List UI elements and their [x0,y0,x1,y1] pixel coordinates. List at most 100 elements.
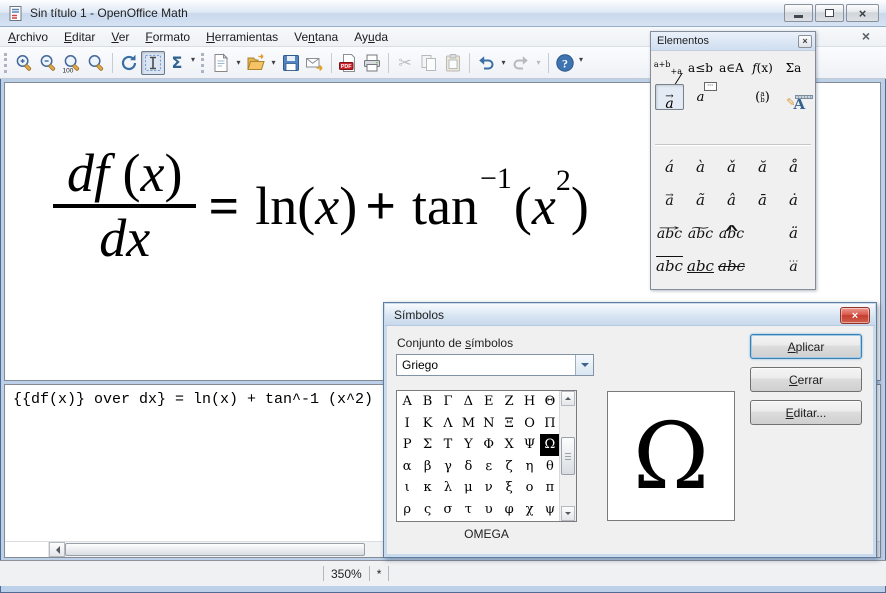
toolbar-overflow-icon[interactable]: ▾ [579,55,583,64]
symbol-set-combobox[interactable]: Griego [396,354,594,376]
zoom-100-button[interactable]: 100 [60,51,84,75]
mail-button[interactable] [303,51,327,75]
symbol-Ψ[interactable]: Ψ [519,434,539,456]
symbol-λ[interactable]: λ [438,477,458,499]
elementos-close-button[interactable]: × [798,35,812,48]
attribute-wide-tilde[interactable]: ∼abc [685,216,716,249]
undo-dropdown[interactable]: ▾ [498,52,509,74]
symbol-χ[interactable]: χ [519,499,539,521]
help-button[interactable]: ? [553,51,577,75]
refresh-button[interactable] [117,51,141,75]
symbol-η[interactable]: η [519,456,539,478]
close-document-button[interactable]: × [862,28,870,44]
symbol-φ[interactable]: φ [499,499,519,521]
attribute-overline[interactable]: abc [654,249,685,282]
brackets-category-button[interactable]: (ab) [748,84,777,110]
symbol-Μ[interactable]: Μ [458,413,478,435]
symbol-π[interactable]: π [540,477,560,499]
menu-editar[interactable]: Editar [56,28,103,46]
symbol-κ[interactable]: κ [417,477,437,499]
unary-binary-operators-category-button[interactable]: +a⁄a+b [655,55,684,81]
cursor-button[interactable] [141,51,165,75]
symbol-ι[interactable]: ι [397,477,417,499]
operators-category-button[interactable]: Σa [779,55,808,81]
toolbar-overflow-icon[interactable]: ▾ [191,55,195,64]
editar-button[interactable]: Editar... [750,400,862,425]
symbol-ο[interactable]: ο [519,477,539,499]
menu-ayuda[interactable]: Ayuda [346,28,396,46]
attribute-check[interactable]: ǎ [716,150,747,183]
symbol-Κ[interactable]: Κ [417,413,437,435]
symbol-τ[interactable]: τ [458,499,478,521]
attribute-breve[interactable]: ă [747,150,778,183]
symbol-Ι[interactable]: Ι [397,413,417,435]
scroll-left-button[interactable] [49,542,65,557]
relations-category-button[interactable]: a≤b [686,55,715,81]
attribute-wide-vector[interactable]: →abc [654,216,685,249]
symbol-Ζ[interactable]: Ζ [499,391,519,413]
symbol-α[interactable]: α [397,456,417,478]
restore-button[interactable] [815,4,844,22]
symbol-β[interactable]: β [417,456,437,478]
symbol-Ο[interactable]: Ο [519,413,539,435]
undo-button[interactable] [474,51,498,75]
symbol-Λ[interactable]: Λ [438,413,458,435]
attribute-wide-circumflex[interactable]: ∧abc [716,216,747,249]
symbol-grid-scrollbar[interactable] [559,391,576,521]
symbol-ξ[interactable]: ξ [499,477,519,499]
attribute-circle[interactable]: å [778,150,809,183]
symbol-Β[interactable]: Β [417,391,437,413]
attribute-strike-through[interactable]: abc [716,249,747,282]
close-button[interactable]: × [846,4,879,22]
misc-category-button[interactable]: a⋯ [686,84,715,110]
minimize-button[interactable] [784,4,813,22]
symbol-Γ[interactable]: Γ [438,391,458,413]
symbol-Ξ[interactable]: Ξ [499,413,519,435]
scroll-up-button[interactable] [561,391,575,406]
scroll-down-button[interactable] [561,506,575,521]
attribute-dot[interactable]: ȧ [778,183,809,216]
scrollbar-thumb[interactable] [561,437,575,475]
attribute-underline[interactable]: abc [685,249,716,282]
attribute-circumflex[interactable]: â [716,183,747,216]
attribute-grave[interactable]: à [685,150,716,183]
symbol-υ[interactable]: υ [479,499,499,521]
symbol-Χ[interactable]: Χ [499,434,519,456]
symbol-Η[interactable]: Η [519,391,539,413]
zoom-best-button[interactable] [84,51,108,75]
symbol-Υ[interactable]: Υ [458,434,478,456]
menu-formato[interactable]: Formato [137,28,198,46]
symbol-ρ[interactable]: ρ [397,499,417,521]
symbol-Δ[interactable]: Δ [458,391,478,413]
formats-category-button[interactable]: A✎ [779,84,808,110]
elementos-title-bar[interactable]: Elementos [651,32,815,51]
symbol-ν[interactable]: ν [479,477,499,499]
menu-herramientas[interactable]: Herramientas [198,28,286,46]
simbolos-title-bar[interactable]: Símbolos [385,304,875,326]
symbol-Α[interactable]: Α [397,391,417,413]
symbol-ς[interactable]: ς [417,499,437,521]
new-doc-button[interactable] [209,51,233,75]
zoom-out-button[interactable] [36,51,60,75]
symbol-Φ[interactable]: Φ [479,434,499,456]
symbol-Ω[interactable]: Ω [540,434,560,456]
zoom-in-button[interactable] [12,51,36,75]
symbol-Ε[interactable]: Ε [479,391,499,413]
symbol-ψ[interactable]: ψ [540,499,560,521]
toolbar-grip[interactable] [4,53,9,73]
symbol-ζ[interactable]: ζ [499,456,519,478]
symbol-Ν[interactable]: Ν [479,413,499,435]
toolbar-grip[interactable] [201,53,206,73]
symbol-δ[interactable]: δ [458,456,478,478]
combobox-dropdown-button[interactable] [575,355,593,375]
simbolos-close-button[interactable]: × [840,307,870,324]
open-dropdown[interactable]: ▾ [268,52,279,74]
symbol-θ[interactable]: θ [540,456,560,478]
new-doc-dropdown[interactable]: ▾ [233,52,244,74]
menu-ventana[interactable]: Ventana [286,28,346,46]
attribute-bar[interactable]: ā [747,183,778,216]
attributes-category-button[interactable]: →a [655,84,684,110]
scrollbar-thumb[interactable] [65,543,365,556]
symbol-σ[interactable]: σ [438,499,458,521]
symbol-Θ[interactable]: Θ [540,391,560,413]
